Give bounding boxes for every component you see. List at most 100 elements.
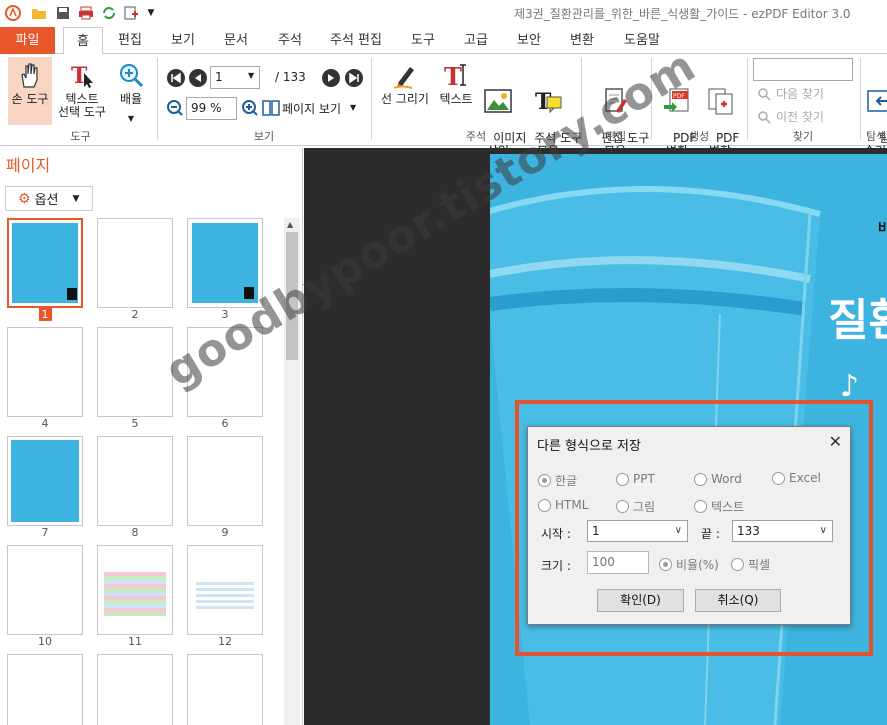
end-page-select[interactable]: 133 ∨ bbox=[732, 520, 833, 542]
tab-home[interactable]: 홈 bbox=[63, 27, 103, 55]
scrollbar-thumb[interactable] bbox=[286, 232, 298, 360]
ribbon-separator bbox=[860, 58, 861, 140]
zoom-input[interactable]: 99 % bbox=[186, 97, 237, 120]
last-page-icon[interactable] bbox=[345, 69, 363, 87]
find-next-button[interactable]: 다음 찾기 bbox=[757, 85, 824, 102]
find-next-icon bbox=[758, 87, 771, 101]
zoom-out-icon[interactable] bbox=[166, 99, 184, 120]
explorer-group-label: 탐색 bbox=[866, 130, 887, 143]
chevron-down-icon: ∨ bbox=[674, 525, 682, 536]
ok-button[interactable]: 확인(D) bbox=[597, 589, 684, 612]
pixel-radio[interactable]: 픽셀 bbox=[731, 556, 770, 573]
pages-scrollbar[interactable]: ▲ bbox=[284, 218, 300, 725]
pen-icon bbox=[393, 67, 414, 89]
text-button[interactable]: T 텍스트 bbox=[436, 57, 476, 127]
tab-view[interactable]: 보기 bbox=[163, 27, 203, 54]
cancel-button[interactable]: 취소(Q) bbox=[695, 589, 781, 612]
options-label: 옵션 bbox=[34, 193, 59, 208]
edit-tools-button[interactable]: 편집 도구 모음 bbox=[586, 57, 649, 158]
text-select-tool-button[interactable]: T 텍스트 선택 도구 bbox=[55, 57, 109, 127]
format-html-radio[interactable]: HTML bbox=[538, 498, 588, 512]
page-thumbnail[interactable] bbox=[97, 545, 173, 635]
page-view-button[interactable]: 페이지 보기 bbox=[282, 100, 341, 117]
tab-tools[interactable]: 도구 bbox=[403, 27, 443, 54]
zoom-in-icon[interactable] bbox=[241, 99, 259, 120]
edit-document-icon bbox=[605, 88, 627, 113]
explorer-toggle-button[interactable]: 탐색 숨기 bbox=[864, 57, 887, 158]
page-thumbnail[interactable] bbox=[97, 327, 173, 417]
end-label: 끝 : bbox=[701, 527, 720, 541]
explorer-icon bbox=[867, 90, 887, 112]
start-page-select[interactable]: 1 ∨ bbox=[587, 520, 688, 542]
create-group-label: 생성 bbox=[688, 130, 710, 143]
find-prev-button[interactable]: 이전 찾기 bbox=[757, 108, 824, 125]
edit-group-label: 편집 bbox=[605, 130, 627, 143]
page-thumbnail-number: 9 bbox=[221, 526, 229, 539]
format-ppt-radio[interactable]: PPT bbox=[616, 472, 655, 486]
title-bar: ▼ 제3권_질환관리를_위한_바른_식생활_가이드 - ezPDF Editor… bbox=[0, 0, 887, 27]
tab-file[interactable]: 파일 bbox=[0, 27, 55, 54]
page-view-icon[interactable] bbox=[262, 99, 280, 120]
first-page-icon[interactable] bbox=[167, 69, 185, 87]
tab-annotation-edit[interactable]: 주석 편집 bbox=[323, 27, 389, 54]
page-thumbnail[interactable] bbox=[187, 218, 263, 308]
tab-advanced[interactable]: 고급 bbox=[456, 27, 496, 54]
page-thumbnail[interactable] bbox=[187, 654, 263, 725]
page-thumbnail[interactable] bbox=[187, 327, 263, 417]
page-thumbnail-number: 1 bbox=[7, 308, 83, 321]
pdf-merge-button[interactable]: PDF 병합 bbox=[700, 57, 740, 158]
find-input[interactable] bbox=[753, 58, 853, 81]
format-hwp-radio[interactable]: 한글 bbox=[538, 472, 577, 489]
hand-tool-label: 손 도구 bbox=[11, 92, 49, 106]
page-total: / 133 bbox=[275, 70, 306, 84]
save-icon[interactable] bbox=[54, 4, 72, 22]
pdf-convert-button[interactable]: PDF PDF 변환 bbox=[657, 57, 697, 158]
tab-edit[interactable]: 편집 bbox=[110, 27, 150, 54]
page-thumbnail[interactable] bbox=[7, 218, 83, 308]
size-input[interactable]: 100 bbox=[587, 551, 649, 574]
draw-line-button[interactable]: 선 그리기 bbox=[376, 57, 434, 127]
page-thumbnail[interactable] bbox=[187, 436, 263, 526]
insert-image-button[interactable]: 이미지 삽입 bbox=[478, 57, 526, 158]
tab-convert[interactable]: 변환 bbox=[562, 27, 602, 54]
print-icon[interactable] bbox=[77, 4, 95, 22]
refresh-icon[interactable] bbox=[100, 4, 118, 22]
image-icon bbox=[484, 89, 512, 113]
page-thumbnail-number: 7 bbox=[41, 526, 49, 539]
radio-icon bbox=[694, 472, 707, 486]
page-thumbnail[interactable] bbox=[97, 218, 173, 308]
page-dropdown-icon[interactable]: ▼ bbox=[248, 71, 254, 80]
annotation-tools-button[interactable]: T 주석 도구 모음 bbox=[519, 57, 582, 158]
page-thumbnail[interactable] bbox=[7, 436, 83, 526]
format-image-radio[interactable]: 그림 bbox=[616, 498, 655, 515]
zoom-button[interactable]: 배율 ▼ bbox=[113, 57, 149, 127]
format-excel-radio[interactable]: Excel bbox=[772, 471, 821, 485]
customize-dropdown-icon[interactable]: ▼ bbox=[142, 4, 160, 22]
page-thumbnail-number: 4 bbox=[41, 417, 49, 430]
page-thumbnail[interactable] bbox=[97, 436, 173, 526]
tab-document[interactable]: 문서 bbox=[216, 27, 256, 54]
scroll-up-icon[interactable]: ▲ bbox=[287, 220, 293, 229]
hand-tool-button[interactable]: 손 도구 bbox=[8, 57, 52, 125]
pdf-convert-icon: PDF bbox=[664, 88, 689, 112]
tab-annotation[interactable]: 주석 bbox=[270, 27, 310, 54]
options-button[interactable]: ⚙ 옵션 ▼ bbox=[5, 186, 93, 211]
page-thumbnail[interactable] bbox=[97, 654, 173, 725]
add-page-icon[interactable] bbox=[122, 4, 140, 22]
close-icon[interactable]: ✕ bbox=[829, 432, 842, 451]
next-page-icon[interactable] bbox=[322, 69, 340, 87]
format-word-radio[interactable]: Word bbox=[694, 472, 742, 486]
tab-security[interactable]: 보안 bbox=[509, 27, 549, 54]
page-thumbnail[interactable] bbox=[7, 545, 83, 635]
page-thumbnail[interactable] bbox=[187, 545, 263, 635]
chevron-down-icon: ∨ bbox=[819, 525, 827, 536]
open-folder-icon[interactable] bbox=[30, 4, 48, 22]
prev-page-icon[interactable] bbox=[189, 69, 207, 87]
ratio-radio[interactable]: 비율(%) bbox=[659, 556, 719, 573]
page-thumbnail[interactable] bbox=[7, 654, 83, 725]
text-select-tool-label: 텍스트 선택 도구 bbox=[58, 92, 106, 119]
format-text-radio[interactable]: 텍스트 bbox=[694, 498, 744, 515]
page-thumbnail[interactable] bbox=[7, 327, 83, 417]
page-view-dropdown-icon[interactable]: ▼ bbox=[350, 103, 356, 112]
tab-help[interactable]: 도움말 bbox=[615, 27, 669, 54]
